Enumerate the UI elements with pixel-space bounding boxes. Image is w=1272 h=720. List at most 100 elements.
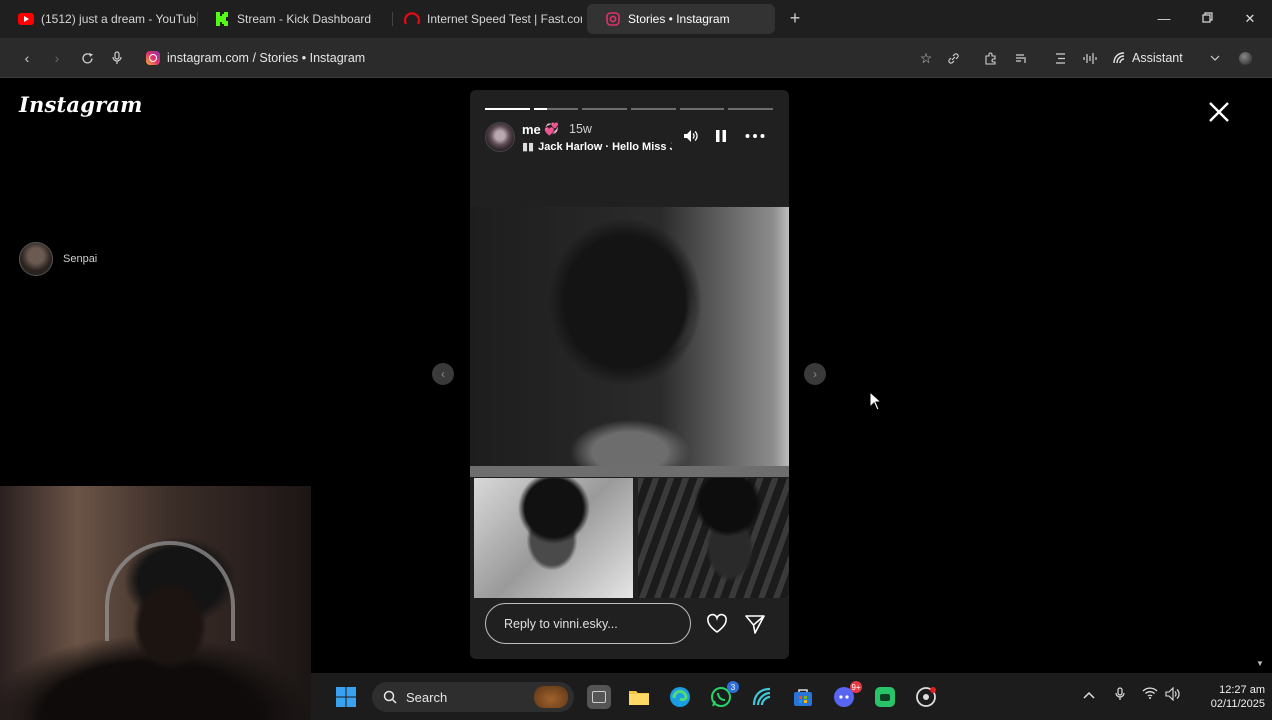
puzzle-icon [984, 52, 996, 65]
close-window-button[interactable]: ✕ [1238, 8, 1262, 30]
instagram-logo[interactable]: Instagram [19, 92, 143, 117]
sidebar-menu-button[interactable] [1050, 48, 1070, 68]
waveform-icon [1083, 52, 1097, 64]
url-text: instagram.com / Stories • Instagram [167, 51, 366, 65]
wifi-icon [1142, 687, 1158, 699]
chevron-left-icon: ‹ [441, 367, 445, 381]
scroll-down-button[interactable]: ▼ [1256, 659, 1264, 668]
clock[interactable]: 12:27 am 02/11/2025 [1195, 683, 1265, 711]
task-view-icon [592, 691, 606, 703]
music-bars-icon: ▮▮ [522, 141, 535, 153]
progress-fill [485, 108, 530, 110]
photo-divider [470, 466, 789, 477]
notification-badge: 9+ [850, 681, 862, 693]
reply-placeholder: Reply to vinni.esky... [504, 616, 618, 631]
browser-icon [752, 687, 771, 706]
audio-button[interactable] [1080, 48, 1100, 68]
like-button[interactable] [706, 613, 728, 635]
reply-input[interactable]: Reply to vinni.esky... [485, 603, 691, 644]
instagram-icon [146, 51, 160, 65]
whatsapp-button[interactable]: 3 [709, 681, 739, 709]
minimize-button[interactable]: — [1152, 8, 1176, 30]
avatar[interactable] [485, 122, 515, 152]
avatar [19, 242, 53, 276]
progress-segment [582, 108, 628, 110]
android-app-button[interactable] [873, 685, 897, 709]
playlist-icon [1015, 53, 1026, 63]
tab-kick[interactable]: Stream - Kick Dashboard [196, 4, 392, 34]
restore-button[interactable] [1195, 8, 1219, 30]
progress-segment [728, 108, 774, 110]
close-icon [1209, 102, 1229, 122]
profile-button[interactable] [1235, 48, 1255, 68]
share-link-button[interactable] [943, 48, 963, 68]
assistant-button[interactable]: Assistant [1112, 48, 1183, 68]
notification-badge: 3 [727, 681, 739, 693]
story-username[interactable]: me [522, 122, 541, 137]
obs-button[interactable] [914, 685, 938, 709]
extensions-button[interactable] [980, 48, 1000, 68]
windows-icon [336, 687, 356, 707]
forward-button[interactable]: › [47, 48, 67, 68]
store-button[interactable] [791, 685, 815, 709]
chevron-right-icon: › [813, 367, 817, 381]
back-button[interactable]: ‹ [17, 48, 37, 68]
dropdown-button[interactable] [1205, 48, 1225, 68]
tab-title: Internet Speed Test | Fast.com [427, 12, 582, 26]
webcam-overlay [0, 486, 311, 720]
reading-list-button[interactable] [1011, 48, 1031, 68]
story-photo-right [638, 478, 789, 598]
microphone-icon [1115, 687, 1125, 700]
discord-button[interactable]: 9+ [832, 681, 862, 709]
progress-segment [485, 108, 530, 110]
close-story-button[interactable] [1206, 99, 1232, 125]
reload-button[interactable] [77, 48, 97, 68]
avatar [1238, 51, 1252, 65]
chevron-down-icon [1210, 55, 1220, 61]
obs-icon [916, 687, 936, 707]
tab-fast[interactable]: Internet Speed Test | Fast.com [386, 4, 582, 34]
story-music[interactable]: ▮▮ Jack Harlow · Hello Miss Jc [522, 140, 672, 153]
story-tray-item[interactable]: Senpai [19, 242, 97, 276]
heart-emoji: 💞 [544, 122, 559, 136]
heart-icon [707, 613, 727, 633]
browser-toolbar: ‹ › instagram.com / Stories • Instagram … [0, 38, 1272, 78]
microphone-icon [112, 51, 122, 64]
headphones-shape [105, 541, 235, 641]
file-explorer-button[interactable] [627, 685, 651, 709]
kick-icon [214, 11, 230, 27]
taskbar-search[interactable]: Search [372, 682, 574, 712]
speaker-icon [684, 130, 698, 142]
story-header: me 💞 15w ▮▮ Jack Harlow · Hello Miss Jc [485, 122, 775, 153]
start-button[interactable] [334, 685, 358, 709]
show-hidden-icons-button[interactable] [1083, 687, 1095, 702]
tab-youtube[interactable]: (1512) just a dream - YouTube [0, 4, 196, 34]
mute-button[interactable] [681, 126, 701, 146]
new-tab-button[interactable]: + [786, 9, 804, 27]
speaker-icon [1165, 686, 1180, 702]
voice-search-button[interactable] [107, 48, 127, 68]
story-progress [485, 108, 774, 110]
share-button[interactable] [744, 613, 766, 635]
more-options-button[interactable] [745, 126, 765, 146]
previous-story-button[interactable]: ‹ [432, 363, 454, 385]
address-bar[interactable]: instagram.com / Stories • Instagram [146, 49, 365, 67]
clock-date: 02/11/2025 [1210, 698, 1265, 710]
pause-button[interactable] [711, 126, 731, 146]
next-story-button[interactable]: › [804, 363, 826, 385]
story-username: Senpai [63, 253, 98, 265]
story-timestamp: 15w [569, 122, 592, 136]
bookmark-button[interactable]: ☆ [916, 48, 936, 68]
task-view-button[interactable] [587, 685, 611, 709]
reload-icon [81, 52, 93, 63]
edge-button[interactable] [668, 685, 692, 709]
wifi-button[interactable] [1142, 687, 1158, 702]
tab-title: (1512) just a dream - YouTube [41, 12, 196, 26]
tab-title: Stream - Kick Dashboard [237, 12, 372, 26]
mic-tray-button[interactable] [1115, 687, 1125, 704]
menu-lines-icon [1055, 52, 1065, 64]
tab-instagram[interactable]: Stories • Instagram [587, 4, 775, 34]
restore-icon [1201, 12, 1213, 23]
browser-app-button[interactable] [750, 685, 774, 709]
volume-button[interactable] [1165, 686, 1181, 704]
